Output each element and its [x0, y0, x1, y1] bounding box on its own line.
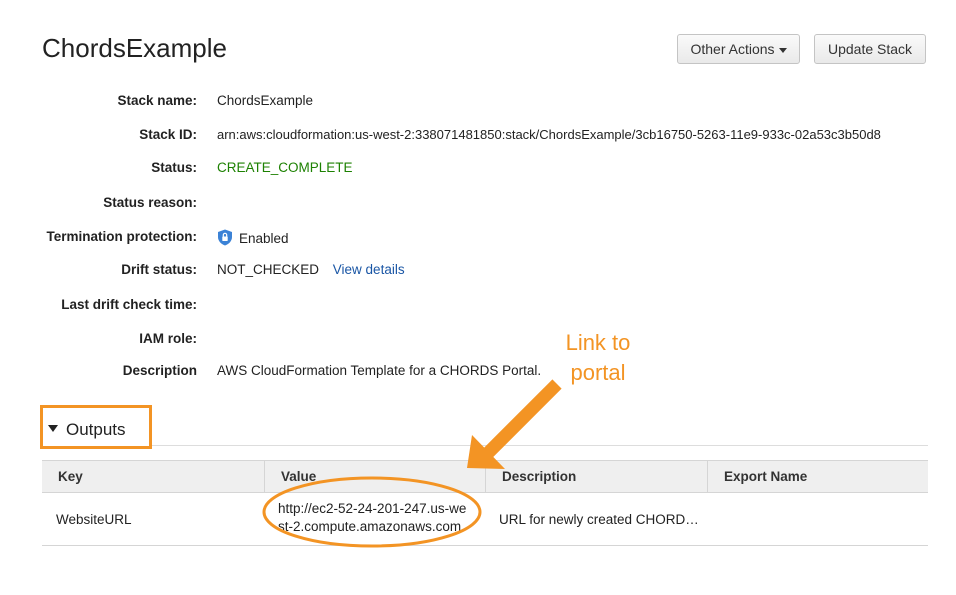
highlight-ellipse [262, 476, 482, 548]
annotation-arrow-line [483, 379, 562, 458]
annotation-overlay [262, 379, 562, 548]
